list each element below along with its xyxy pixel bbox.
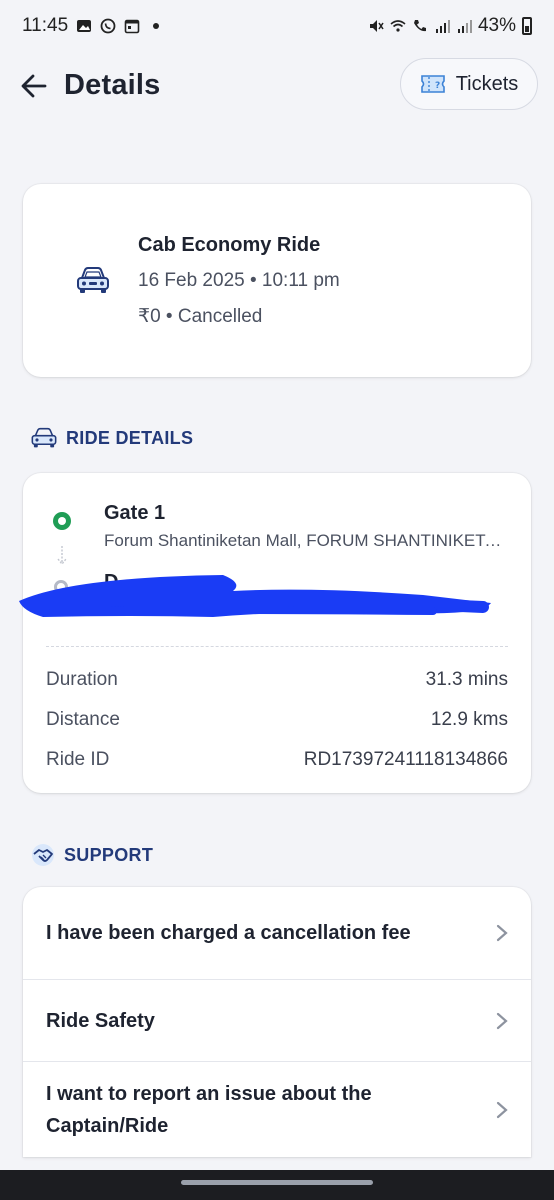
signal-icon-1 (435, 20, 450, 33)
pickup-location-name: Gate 1 (104, 502, 166, 524)
status-bar: 11:45 43% (0, 0, 554, 52)
support-item-label: I want to report an issue about the Capt… (46, 1082, 372, 1137)
support-item-report-issue[interactable]: I want to report an issue about the Capt… (23, 1062, 531, 1157)
ride-details-heading: RIDE DETAILS (30, 427, 193, 449)
distance-row: Distance 12.9 kms (46, 709, 508, 731)
ride-summary-card: Cab Economy Ride 16 Feb 2025 • 10:11 pm … (23, 184, 531, 377)
calendar-icon (124, 19, 140, 34)
notification-dot-icon (153, 23, 160, 29)
pickup-marker-icon (53, 512, 71, 530)
back-button[interactable] (18, 70, 50, 102)
status-left: 11:45 (22, 15, 164, 37)
route-arrow-icon (57, 546, 67, 566)
mute-icon (369, 20, 384, 32)
tickets-button[interactable]: ? Tickets (400, 58, 538, 110)
chevron-right-icon (496, 924, 508, 942)
distance-label: Distance (46, 709, 120, 730)
car-icon (31, 427, 57, 448)
page-title: Details (64, 69, 161, 101)
ride-id-value: RD17397241118134866 (303, 749, 508, 770)
duration-value: 31.3 mins (425, 669, 508, 690)
status-right: 43% (368, 15, 532, 37)
tickets-label: Tickets (455, 72, 519, 95)
svg-text:?: ? (435, 81, 440, 91)
wifi-calling-icon (413, 20, 426, 32)
support-heading-text: SUPPORT (64, 844, 154, 865)
ride-details-heading-text: RIDE DETAILS (66, 427, 194, 448)
dashed-divider (46, 646, 508, 647)
chevron-right-icon (496, 1101, 508, 1118)
pickup-location-address: Forum Shantiniketan Mall, FORUM SHANTINI… (104, 531, 504, 550)
chevron-right-icon (496, 1012, 508, 1029)
car-icon (77, 267, 109, 293)
whatsapp-icon (100, 18, 116, 34)
gallery-icon (77, 20, 92, 32)
support-item-cancellation-fee[interactable]: I have been charged a cancellation fee (23, 887, 531, 980)
ride-type-title: Cab Economy Ride (138, 234, 321, 256)
back-arrow-icon (21, 74, 47, 98)
support-card: I have been charged a cancellation fee R… (23, 887, 531, 1157)
duration-row: Duration 31.3 mins (46, 669, 508, 691)
ride-id-row: Ride ID RD17397241118134866 (46, 749, 508, 771)
ride-fare-status: ₹0 • Cancelled (138, 306, 263, 327)
ride-id-label: Ride ID (46, 749, 110, 770)
system-navigation-bar (0, 1170, 554, 1200)
distance-value: 12.9 kms (430, 709, 508, 730)
signal-icon-2 (457, 20, 472, 33)
clock: 11:45 (22, 15, 69, 36)
redaction-scribble (19, 575, 491, 617)
support-item-ride-safety[interactable]: Ride Safety (23, 980, 531, 1062)
ride-datetime: 16 Feb 2025 • 10:11 pm (138, 270, 340, 291)
ticket-icon: ? (420, 75, 445, 93)
battery-percent: 43% (477, 15, 516, 36)
ride-details-card: Gate 1 Forum Shantiniketan Mall, FORUM S… (19, 473, 531, 793)
home-gesture-handle[interactable] (181, 1180, 373, 1185)
battery-icon (522, 17, 532, 35)
handshake-icon (32, 844, 54, 866)
support-item-label: I have been charged a cancellation fee (46, 922, 411, 944)
wifi-icon (390, 20, 406, 32)
duration-label: Duration (46, 669, 118, 690)
support-heading: SUPPORT (30, 843, 153, 867)
app-header: Details ? Tickets (0, 58, 554, 116)
support-item-label: Ride Safety (46, 1009, 155, 1032)
